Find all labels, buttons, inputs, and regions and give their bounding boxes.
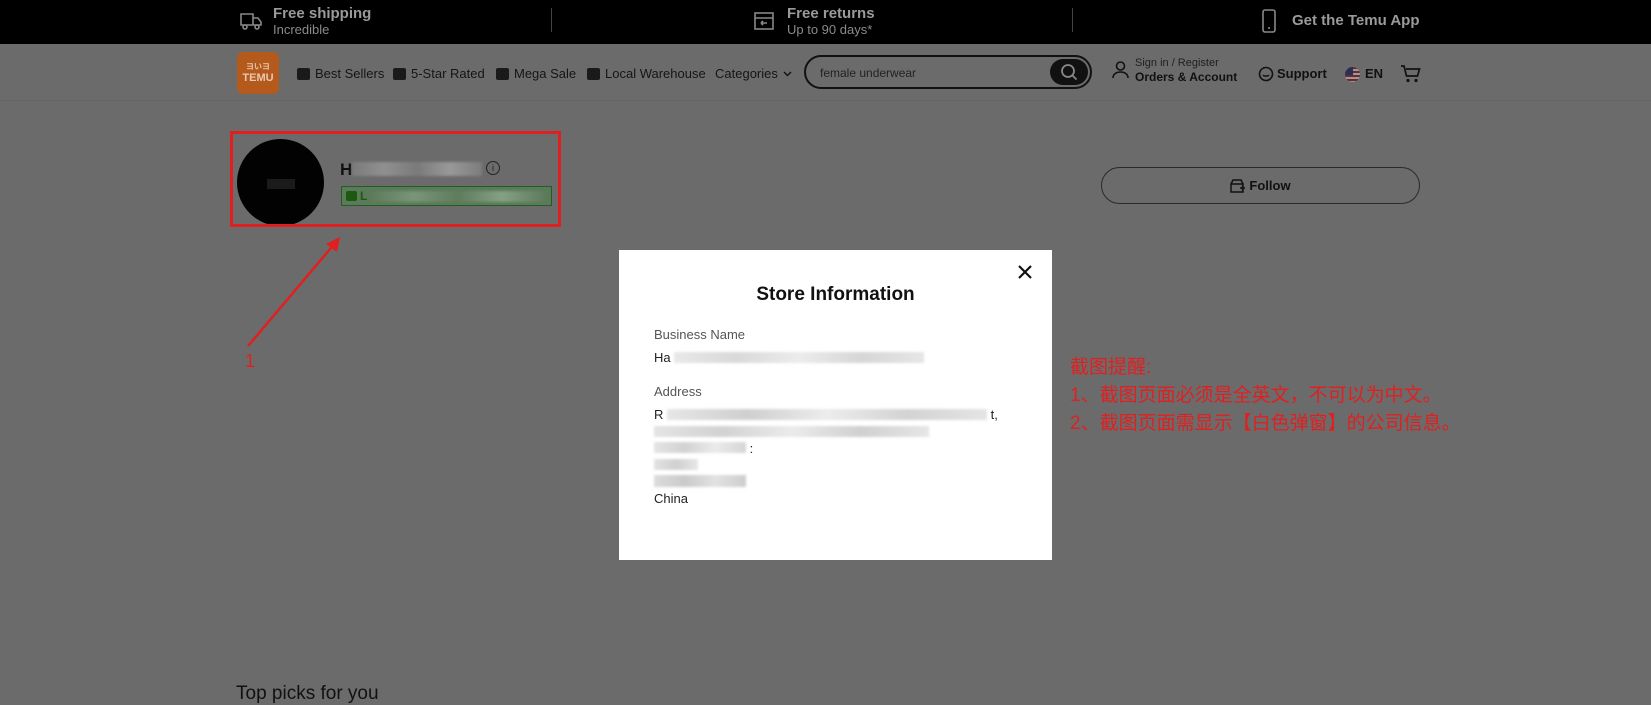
address-line-1: R t, bbox=[654, 407, 998, 422]
truck-icon bbox=[240, 13, 262, 30]
address-line-5 bbox=[654, 475, 746, 490]
follow-button[interactable]: Follow bbox=[1101, 167, 1420, 204]
return-box-icon bbox=[754, 12, 774, 30]
address-line-1-initial: R bbox=[654, 407, 664, 422]
get-app-label: Get the Temu App bbox=[1292, 12, 1420, 29]
account-sign-in-label: Sign in / Register bbox=[1135, 57, 1219, 69]
search-input[interactable] bbox=[818, 63, 1042, 83]
promo-bar: Free shipping Incredible Free returns Up… bbox=[0, 0, 1651, 44]
language-label: EN bbox=[1365, 66, 1384, 81]
note-line-1: 1、截图页面必须是全英文，不可以为中文。 bbox=[1070, 385, 1442, 406]
nav-best-sellers[interactable]: Best Sellers bbox=[297, 66, 384, 81]
nav-label: Local Warehouse bbox=[605, 66, 706, 81]
free-shipping-subtitle: Incredible bbox=[273, 22, 330, 37]
free-returns-promo[interactable]: Free returns Up to 90 days* bbox=[754, 5, 875, 38]
follow-label: Follow bbox=[1249, 178, 1291, 193]
temu-logo[interactable]: ヨいヨ TEMU bbox=[237, 52, 279, 94]
promo-divider bbox=[551, 8, 552, 32]
redacted-address-line-3 bbox=[654, 442, 746, 453]
support-link[interactable]: Support bbox=[1258, 66, 1327, 82]
logo-mark: ヨいヨ bbox=[246, 62, 270, 71]
promo-divider bbox=[1072, 8, 1073, 32]
us-flag-icon bbox=[1345, 67, 1360, 82]
note-line-2: 2、截图页面需显示【白色弹窗】的公司信息。 bbox=[1070, 413, 1461, 434]
nav-label: Categories bbox=[715, 66, 778, 81]
top-picks-heading: Top picks for you bbox=[236, 683, 379, 704]
address-line-2 bbox=[654, 425, 929, 440]
store-follow-icon bbox=[1230, 179, 1246, 193]
get-app-link[interactable]: Get the Temu App bbox=[1262, 9, 1420, 33]
phone-icon bbox=[1262, 9, 1276, 33]
cart-icon bbox=[1401, 65, 1421, 83]
redacted-address-line-2 bbox=[654, 426, 929, 437]
store-information-modal: Store Information Business Name Ha Addre… bbox=[619, 250, 1052, 560]
address-label: Address bbox=[654, 384, 702, 399]
search-button[interactable] bbox=[1050, 59, 1088, 85]
cart-button[interactable] bbox=[1400, 64, 1422, 89]
annotation-number: 1 bbox=[245, 351, 256, 371]
support-label: Support bbox=[1277, 66, 1327, 81]
business-name-label: Business Name bbox=[654, 327, 746, 342]
chevron-down-icon bbox=[783, 71, 792, 76]
free-shipping-title: Free shipping bbox=[273, 5, 372, 22]
redacted-postal-code bbox=[654, 459, 698, 470]
user-icon bbox=[1112, 61, 1129, 79]
free-returns-title: Free returns bbox=[787, 5, 875, 22]
nav-mega-sale[interactable]: Mega Sale bbox=[496, 66, 576, 81]
address-line-1-end: t, bbox=[990, 407, 998, 422]
language-selector[interactable]: EN bbox=[1345, 66, 1384, 82]
annotation-note: 截图提醒: 1、截图页面必须是全英文，不可以为中文。 2、截图页面需显示【白色弹… bbox=[1070, 354, 1461, 438]
close-icon bbox=[1018, 265, 1032, 279]
business-name-value: Ha bbox=[654, 350, 925, 365]
close-button[interactable] bbox=[1013, 260, 1037, 284]
redacted-province bbox=[654, 475, 746, 487]
site-header: ヨいヨ TEMU Best Sellers 5-Star Rated Mega … bbox=[0, 44, 1651, 101]
nav-five-star-rated[interactable]: 5-Star Rated bbox=[393, 66, 485, 81]
free-shipping-promo[interactable]: Free shipping Incredible bbox=[240, 5, 372, 38]
support-chat-icon bbox=[1258, 66, 1274, 82]
shopping-bag-icon bbox=[496, 67, 509, 80]
account-orders-label: Orders & Account bbox=[1135, 70, 1238, 84]
free-returns-subtitle: Up to 90 days* bbox=[787, 22, 873, 37]
note-title: 截图提醒: bbox=[1070, 357, 1152, 378]
address-line-3: : bbox=[654, 441, 753, 456]
nav-label: Mega Sale bbox=[514, 66, 577, 81]
business-name-initial: Ha bbox=[654, 350, 671, 365]
modal-title: Store Information bbox=[756, 284, 915, 305]
address-country: China bbox=[654, 491, 688, 506]
address-line-3-end: : bbox=[749, 441, 754, 456]
thumbs-up-icon bbox=[297, 67, 310, 80]
nav-label: Best Sellers bbox=[315, 66, 385, 81]
redacted-business-name bbox=[674, 352, 925, 363]
nav-label: 5-Star Rated bbox=[411, 66, 485, 81]
annotation-arrow bbox=[247, 237, 340, 347]
truck-icon bbox=[587, 67, 600, 80]
redacted-address-line-1 bbox=[667, 409, 988, 420]
nav-categories[interactable]: Categories bbox=[715, 66, 792, 81]
search-bar bbox=[804, 55, 1092, 89]
star-badge-icon bbox=[393, 67, 406, 80]
account-menu[interactable]: Sign in / Register Orders & Account bbox=[1112, 57, 1237, 84]
address-line-4 bbox=[654, 458, 698, 473]
search-icon bbox=[1061, 64, 1078, 81]
annotation-highlight-box bbox=[230, 131, 561, 227]
logo-text: TEMU bbox=[242, 72, 274, 84]
nav-local-warehouse[interactable]: Local Warehouse bbox=[587, 66, 706, 81]
